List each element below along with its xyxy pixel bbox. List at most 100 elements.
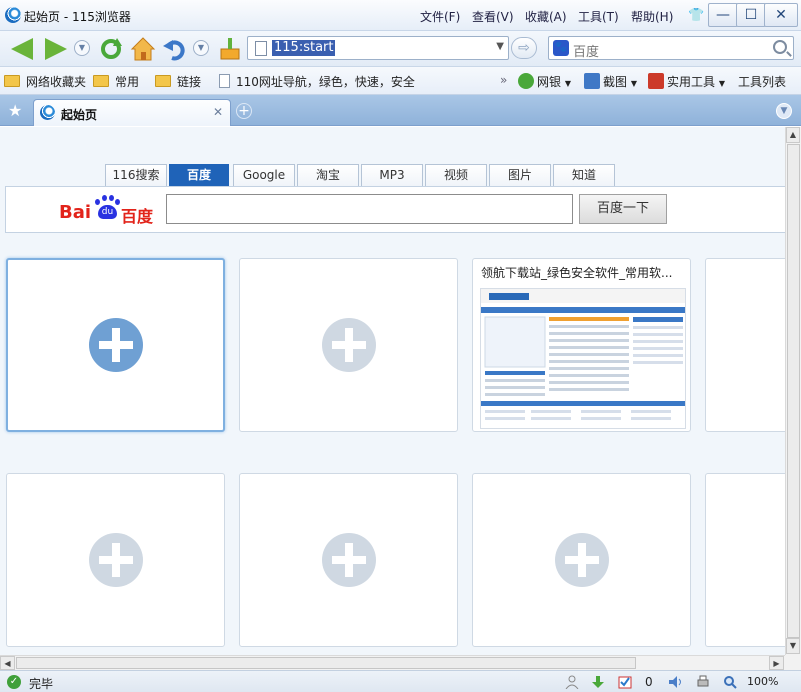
- speed-dial-tile-8[interactable]: [705, 473, 785, 647]
- start-page: 116搜索 百度 Google 淘宝 MP3 视频 图片 知道 Bai du 百…: [0, 127, 785, 655]
- site-preview-image: [481, 289, 685, 420]
- add-site-icon[interactable]: [554, 533, 609, 587]
- menu-favorites[interactable]: 收藏(A): [525, 8, 567, 25]
- vertical-scroll-thumb[interactable]: [787, 144, 800, 638]
- back-button[interactable]: [9, 36, 35, 62]
- search-box[interactable]: 🐾 百度: [548, 36, 794, 60]
- speed-dial-tile-6[interactable]: [239, 473, 458, 647]
- menu-file[interactable]: 文件(F): [420, 8, 460, 25]
- folder-icon: [155, 75, 171, 87]
- paw-icon: du: [93, 195, 120, 221]
- bookmarks-overflow-icon[interactable]: »: [500, 73, 507, 87]
- scroll-down-icon[interactable]: ▼: [786, 638, 800, 654]
- speed-dial-tile-4[interactable]: [705, 258, 785, 432]
- tab-images[interactable]: 图片: [489, 164, 551, 186]
- clear-history-button[interactable]: [217, 36, 243, 62]
- add-site-icon[interactable]: [321, 318, 376, 372]
- undo-dropdown-icon[interactable]: ▼: [193, 40, 209, 56]
- menu-help[interactable]: 帮助(H): [631, 8, 673, 25]
- toolbox-icon: [648, 73, 664, 89]
- address-input[interactable]: 115:start: [272, 40, 336, 56]
- baidu-paw-icon[interactable]: 🐾: [553, 40, 569, 56]
- volume-icon[interactable]: [668, 675, 682, 689]
- search-icon[interactable]: [773, 40, 787, 54]
- tab-baidu[interactable]: 百度: [169, 164, 229, 191]
- close-tab-icon[interactable]: ✕: [213, 105, 223, 119]
- refresh-icon: [101, 38, 122, 59]
- tab-bar: ★ 起始页 ✕ + ▼: [0, 95, 801, 126]
- add-site-icon[interactable]: [88, 318, 143, 372]
- baidu-search-button[interactable]: 百度一下: [579, 194, 667, 224]
- tab-mp3[interactable]: MP3: [361, 164, 423, 186]
- speed-dial-tile-2[interactable]: [239, 258, 458, 432]
- menu-view[interactable]: 查看(V): [472, 8, 514, 25]
- zoom-icon[interactable]: [723, 675, 737, 689]
- tab-video[interactable]: 视频: [425, 164, 487, 186]
- notification-count: 0: [645, 675, 653, 689]
- download-icon[interactable]: [591, 675, 605, 689]
- minimize-button[interactable]: —: [708, 3, 738, 27]
- bookmark-folder-links[interactable]: 链接: [155, 73, 201, 90]
- scroll-left-icon[interactable]: ◀: [0, 656, 15, 670]
- bookmark-110-nav[interactable]: 110网址导航，绿色，快速，安全: [219, 73, 415, 90]
- maximize-button[interactable]: ☐: [736, 3, 766, 27]
- tab-google[interactable]: Google: [233, 164, 295, 186]
- tab-zhidao[interactable]: 知道: [553, 164, 615, 186]
- vertical-scrollbar[interactable]: ▲ ▼: [785, 127, 801, 655]
- bookmark-toolbox[interactable]: 实用工具 ▼: [648, 73, 725, 90]
- home-button[interactable]: [130, 36, 156, 62]
- forward-button[interactable]: [43, 36, 69, 62]
- refresh-button[interactable]: [98, 36, 124, 62]
- close-window-button[interactable]: ✕: [764, 3, 798, 27]
- bookmark-folder-favorites[interactable]: 网络收藏夹: [4, 73, 86, 90]
- undo-icon: [163, 40, 185, 61]
- undo-close-tab-button[interactable]: [162, 36, 188, 62]
- tab-start-page[interactable]: 起始页 ✕: [33, 99, 231, 126]
- address-bar[interactable]: 115:start ▼: [247, 36, 509, 60]
- bookmarks-bar: 网络收藏夹 常用 链接 110网址导航，绿色，快速，安全 » 网银 ▼ 截图 ▼…: [0, 67, 801, 95]
- tab-116-search[interactable]: 116搜索: [105, 164, 167, 186]
- tab-taobao[interactable]: 淘宝: [297, 164, 359, 186]
- speed-dial-tile-1[interactable]: [6, 258, 225, 432]
- print-icon[interactable]: [696, 675, 710, 689]
- user-icon[interactable]: [565, 675, 579, 689]
- page-icon: [255, 41, 267, 56]
- bookmark-online-banking[interactable]: 网银 ▼: [518, 73, 571, 90]
- menu-tools[interactable]: 工具(T): [578, 8, 619, 25]
- search-panel: Bai du 百度 百度一下: [5, 186, 785, 233]
- add-site-icon[interactable]: [88, 533, 143, 587]
- browser-logo-icon: [40, 105, 55, 120]
- back-arrow-icon: [11, 38, 33, 60]
- page-icon: [219, 74, 230, 88]
- task-check-icon[interactable]: [618, 675, 632, 689]
- new-tab-icon[interactable]: +: [236, 103, 252, 119]
- history-dropdown-icon[interactable]: ▼: [74, 40, 90, 56]
- bookmark-folder-common[interactable]: 常用: [93, 73, 139, 90]
- address-dropdown-icon[interactable]: ▼: [496, 41, 504, 52]
- done-check-icon: ✓: [7, 675, 21, 689]
- skin-icon[interactable]: 👕: [688, 8, 704, 23]
- status-text: 完毕: [29, 677, 54, 691]
- horizontal-scrollbar[interactable]: ◀ ▶: [0, 655, 785, 670]
- scroll-up-icon[interactable]: ▲: [786, 127, 800, 143]
- bookmark-screenshot[interactable]: 截图 ▼: [584, 73, 637, 90]
- speed-dial-tile-3[interactable]: 领航下载站_绿色安全软件_常用软...: [472, 258, 691, 432]
- status-bar: ✓ 完毕 0 100%: [0, 670, 801, 692]
- baidu-search-input[interactable]: [166, 194, 573, 224]
- go-button[interactable]: ⇨: [511, 37, 537, 59]
- forward-arrow-icon: [45, 38, 67, 60]
- scroll-right-icon[interactable]: ▶: [769, 656, 784, 670]
- horizontal-scroll-thumb[interactable]: [16, 657, 636, 669]
- scrollbar-corner: [785, 655, 801, 670]
- speed-dial-tile-7[interactable]: [472, 473, 691, 647]
- baidu-logo: Bai du 百度: [59, 195, 159, 227]
- speed-dial-tile-5[interactable]: [6, 473, 225, 647]
- bookmark-tool-list[interactable]: 工具列表: [738, 73, 786, 90]
- favorites-star-icon[interactable]: ★: [8, 101, 22, 120]
- tab-menu-icon[interactable]: ▼: [776, 103, 792, 119]
- folder-icon: [93, 75, 109, 87]
- add-site-icon[interactable]: [321, 533, 376, 587]
- search-placeholder[interactable]: 百度: [573, 41, 599, 60]
- bank-icon: [518, 73, 534, 89]
- zoom-level[interactable]: 100%: [747, 675, 778, 688]
